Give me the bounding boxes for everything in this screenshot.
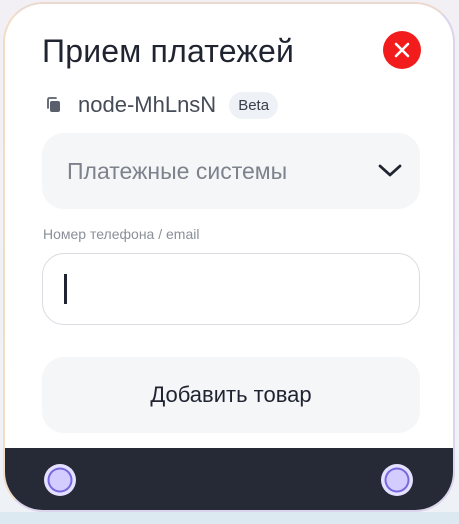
contact-field[interactable] <box>42 253 420 325</box>
contact-field-label: Номер телефона / email <box>43 226 200 242</box>
text-caret <box>64 274 67 304</box>
close-icon <box>394 42 410 58</box>
copy-icon[interactable] <box>44 95 64 115</box>
add-product-button[interactable]: Добавить товар <box>42 357 420 433</box>
node-footer <box>5 448 453 510</box>
node-title: Прием платежей <box>42 33 295 69</box>
node-id-row: node-MhLnsN Beta <box>44 90 279 120</box>
beta-badge: Beta <box>229 91 279 119</box>
contact-input[interactable] <box>63 272 393 306</box>
close-button[interactable] <box>383 31 421 69</box>
payment-system-select[interactable]: Платежные системы <box>42 133 420 209</box>
connection-handle-icon[interactable] <box>379 462 415 498</box>
chevron-down-icon <box>378 164 402 177</box>
payment-node-card[interactable]: Прием платежей node-MhLnsN Beta Платежны… <box>3 2 455 512</box>
payment-system-select-value: Платежные системы <box>67 158 288 184</box>
node-id: node-MhLnsN <box>78 92 217 117</box>
connection-handle-icon[interactable] <box>42 462 78 498</box>
